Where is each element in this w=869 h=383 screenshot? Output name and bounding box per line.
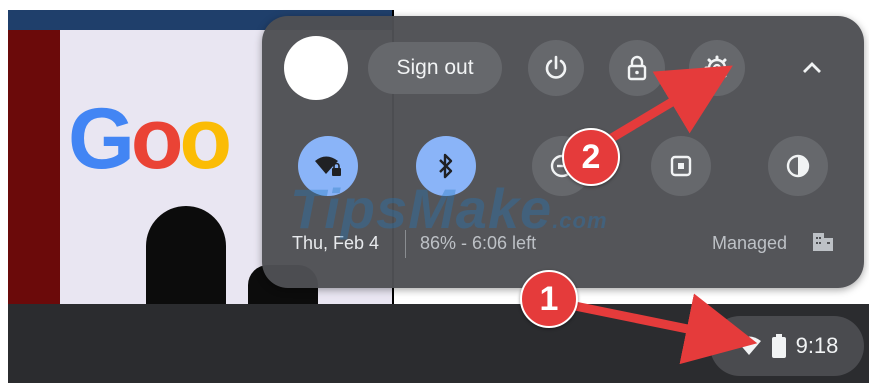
arrow-to-status	[565, 293, 758, 365]
annotation-badge-1: 1	[520, 270, 578, 328]
screenshot-frame: Goo 9:18 Sign out Thu, Feb 4 86% - 6:06 …	[0, 0, 869, 383]
annotation-arrows	[565, 65, 758, 365]
annotation-badge-2: 2	[562, 128, 620, 186]
arrow-to-settings	[600, 65, 733, 147]
